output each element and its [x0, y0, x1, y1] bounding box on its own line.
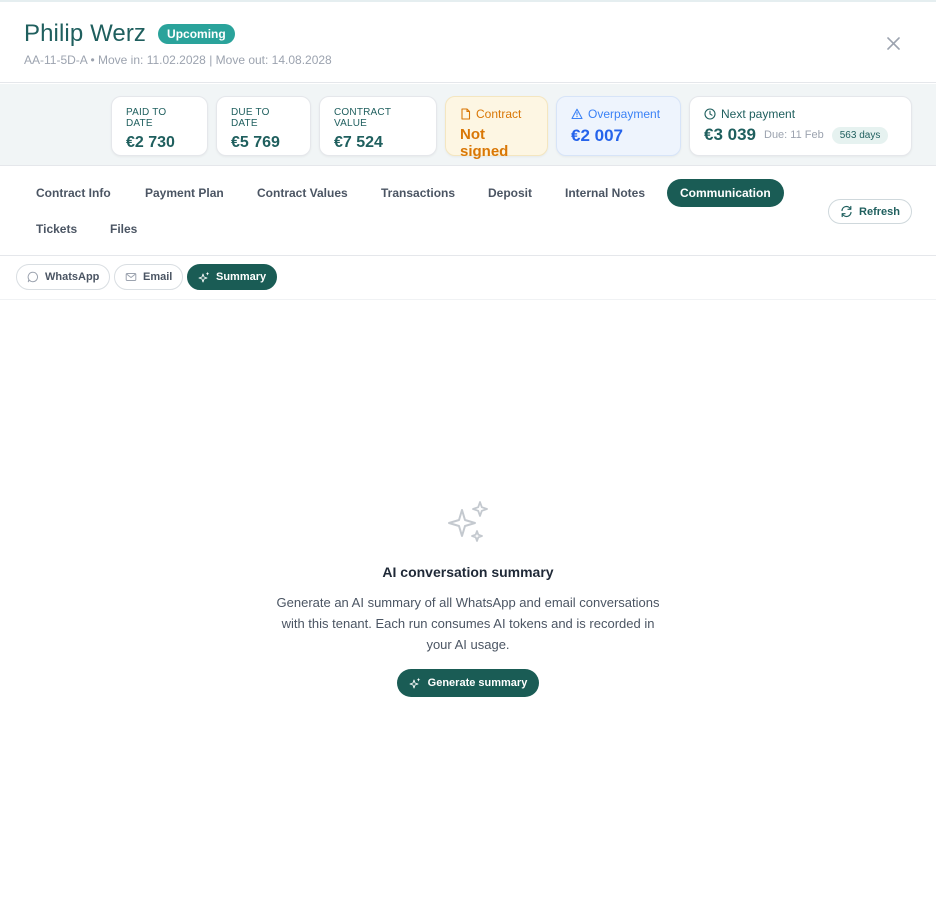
warning-icon	[571, 108, 583, 120]
kpi-value: €7 524	[334, 134, 383, 151]
refresh-button[interactable]: Refresh	[828, 199, 912, 224]
clock-icon	[704, 108, 716, 120]
refresh-label: Refresh	[859, 205, 900, 218]
title-row: Philip Werz Upcoming	[24, 20, 235, 48]
kpi-strip: PAID TO DATE €2 730 DUE TO DATE €5 769 C…	[0, 84, 936, 166]
tab-contract-info[interactable]: Contract Info	[23, 179, 124, 207]
empty-state-description: Generate an AI summary of all WhatsApp a…	[276, 595, 660, 652]
kpi-label: Contract	[460, 107, 533, 121]
tenant-name: Philip Werz	[24, 20, 147, 47]
kpi-label: DUE TO DATE	[231, 107, 270, 129]
tab-internal-notes[interactable]: Internal Notes	[552, 179, 658, 207]
kpi-label-text: Next payment	[721, 107, 796, 121]
subtab-label: Email	[143, 271, 173, 283]
due-date: Due: 11 Feb	[764, 129, 824, 141]
kpi-value: €3 039	[704, 125, 756, 144]
sparkles-icon	[198, 271, 210, 283]
kpi-contract-value: CONTRACT VALUE €7 524	[319, 96, 437, 156]
kpi-value: Not signed	[460, 126, 509, 160]
close-button[interactable]	[884, 34, 904, 54]
kpi-label: Overpayment	[571, 107, 666, 121]
communication-subtabs: WhatsApp Email Summary	[0, 256, 936, 300]
subtab-label: WhatsApp	[45, 271, 100, 283]
tab-contract-values[interactable]: Contract Values	[244, 179, 361, 207]
generate-summary-button[interactable]: Generate summary	[396, 669, 540, 697]
tab-deposit[interactable]: Deposit	[475, 179, 545, 207]
kpi-value: €2 007	[571, 126, 623, 145]
kpi-paid-to-date: PAID TO DATE €2 730	[111, 96, 208, 156]
mail-icon	[125, 273, 137, 281]
tab-files[interactable]: Files	[97, 215, 150, 243]
tab-communication[interactable]: Communication	[667, 179, 784, 207]
refresh-icon	[841, 205, 852, 218]
whatsapp-icon	[27, 271, 39, 283]
kpi-contract-status: Contract Not signed	[445, 96, 548, 160]
unit-dates-subline: AA-11-5D-A • Move in: 11.02.2028 | Move …	[24, 53, 332, 67]
subtab-label: Summary	[216, 271, 267, 283]
empty-state-title: AI conversation summary	[382, 564, 554, 580]
status-badge: Upcoming	[158, 24, 235, 44]
kpi-value: €5 769	[231, 134, 280, 151]
close-icon	[887, 37, 900, 50]
subtab-email[interactable]: Email	[114, 264, 184, 290]
days-remaining-badge: 563 days	[831, 126, 889, 144]
kpi-next-payment: Next payment €3 039 Due: 11 Feb 563 days	[689, 96, 912, 156]
kpi-label-text: Contract	[476, 107, 522, 121]
kpi-label: PAID TO DATE	[126, 107, 167, 129]
sparkles-icon	[409, 677, 420, 689]
summary-empty-state: AI conversation summary Generate an AI s…	[0, 500, 936, 697]
tab-tickets[interactable]: Tickets	[23, 215, 90, 243]
generate-summary-label: Generate summary	[427, 677, 528, 689]
tab-payment-plan[interactable]: Payment Plan	[132, 179, 237, 207]
next-payment-row: €3 039 Due: 11 Feb 563 days	[704, 125, 897, 145]
main-tabs: Contract Info Payment Plan Contract Valu…	[0, 167, 936, 256]
kpi-label-text: Overpayment	[588, 107, 661, 121]
kpi-label: Next payment	[704, 107, 897, 121]
kpi-label: CONTRACT VALUE	[334, 107, 391, 129]
kpi-due-to-date: DUE TO DATE €5 769	[216, 96, 311, 156]
kpi-value: €2 730	[126, 134, 175, 151]
kpi-overpayment: Overpayment €2 007	[556, 96, 681, 156]
tab-transactions[interactable]: Transactions	[368, 179, 468, 207]
sparkles-icon	[448, 501, 488, 542]
subtab-whatsapp[interactable]: WhatsApp	[16, 264, 111, 290]
document-icon	[461, 108, 471, 120]
drawer-header: Philip Werz Upcoming AA-11-5D-A • Move i…	[0, 0, 936, 83]
subtab-summary[interactable]: Summary	[187, 264, 278, 290]
